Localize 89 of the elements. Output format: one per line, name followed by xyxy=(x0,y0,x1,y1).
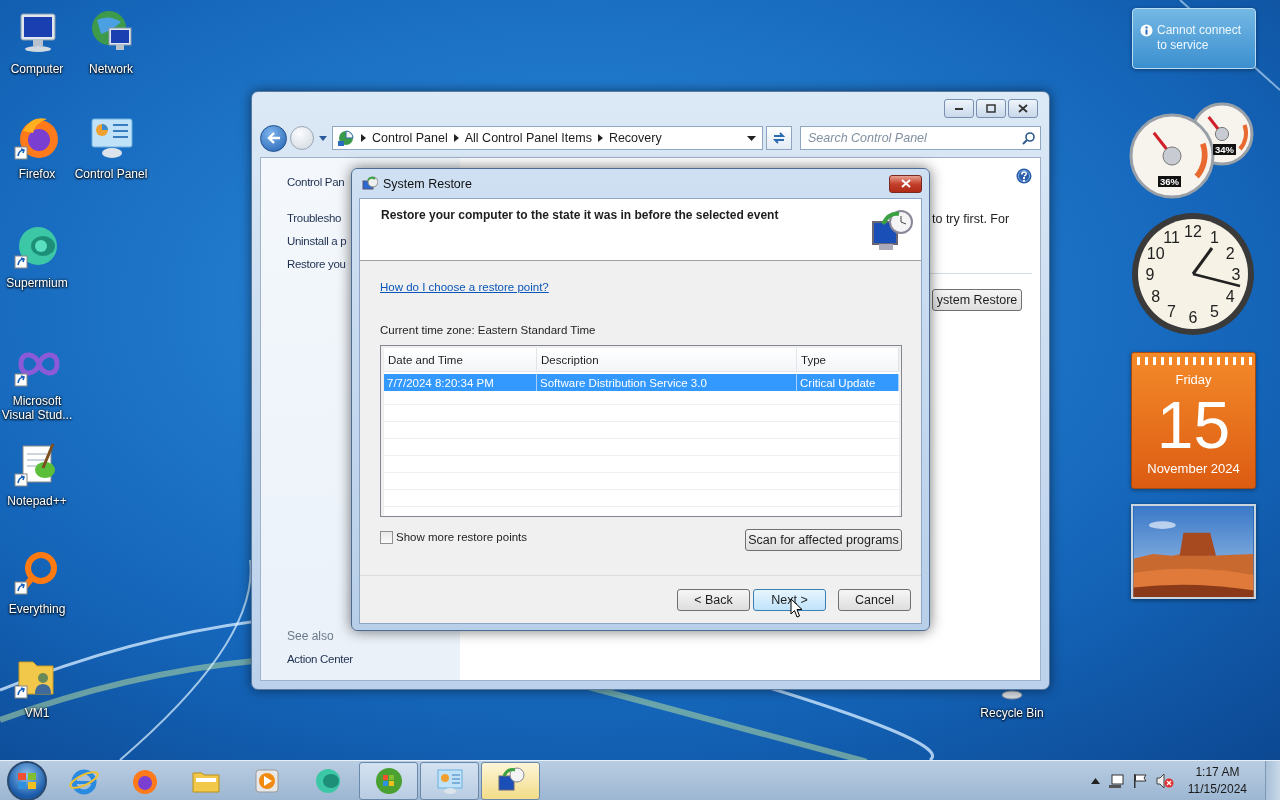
info-icon xyxy=(1140,24,1153,37)
breadcrumb-item[interactable]: All Control Panel Items xyxy=(464,131,592,145)
clock-numeral: 10 xyxy=(1146,244,1165,262)
desktop-icon-label[interactable]: VM1 xyxy=(24,706,50,720)
dialog-button[interactable]: Next > xyxy=(753,588,826,611)
desktop-icon-label[interactable]: Recycle Bin xyxy=(980,706,1044,720)
chevron-icon[interactable] xyxy=(453,134,459,142)
back-button[interactable] xyxy=(260,124,287,152)
clock-numeral: 8 xyxy=(1151,287,1161,305)
desktop-icon-label[interactable]: Microsoft Visual Stud... xyxy=(0,394,78,422)
column-header[interactable]: Description xyxy=(537,348,797,372)
desktop-icon-label[interactable]: Network xyxy=(89,62,133,76)
gauge-reading: 34% xyxy=(1213,144,1236,155)
chevron-icon[interactable] xyxy=(597,134,603,142)
taskbar-button[interactable] xyxy=(420,761,479,800)
day-number: 15 xyxy=(1156,389,1231,461)
notification-text: Cannot connect to service xyxy=(1157,23,1243,54)
desktop-icon-label[interactable]: Supermium xyxy=(6,276,68,290)
dialog-heading: Restore your computer to the state it was in before the selected event xyxy=(381,208,779,224)
checkbox-label[interactable]: Show more restore points xyxy=(396,531,528,543)
desktop-icon-label[interactable]: Control Panel xyxy=(74,167,148,181)
clock-numeral: 1 xyxy=(1210,228,1219,246)
tray-date[interactable]: 11/15/2024 xyxy=(1187,780,1247,798)
column-header[interactable]: Type xyxy=(797,348,899,372)
caret-icon xyxy=(319,135,327,141)
minimize-button[interactable] xyxy=(944,98,974,118)
show-hidden-icons-icon[interactable] xyxy=(1090,777,1100,784)
taskbar-button[interactable] xyxy=(359,761,418,800)
checkbox[interactable] xyxy=(380,530,393,544)
table-cell: Critical Update xyxy=(797,374,899,391)
system-restore-button[interactable]: ystem Restore xyxy=(932,289,1022,311)
dialog-title: System Restore xyxy=(383,176,472,191)
desktop-icon-label[interactable]: Notepad++ xyxy=(7,494,67,508)
close-icon xyxy=(900,179,911,188)
close-button[interactable] xyxy=(889,174,922,193)
desktop-icon-label[interactable]: Firefox xyxy=(18,167,56,181)
month-year: November 2024 xyxy=(1147,461,1240,477)
flag-icon[interactable] xyxy=(1131,772,1148,789)
sidebar-link[interactable]: Action Center xyxy=(287,653,460,666)
refresh-icon xyxy=(771,131,787,145)
clock-numeral: 9 xyxy=(1145,266,1155,283)
windows-logo-icon xyxy=(17,771,37,790)
help-link[interactable]: How do I choose a restore point? xyxy=(380,281,549,293)
maximize-icon xyxy=(986,103,996,113)
search-field[interactable]: Search Control Panel xyxy=(800,126,1041,150)
tray-time[interactable]: 1:17 AM xyxy=(1195,763,1240,781)
dialog-button[interactable]: Cancel xyxy=(838,588,911,611)
desktop-icon-label[interactable]: Computer xyxy=(10,62,64,76)
refresh-button[interactable] xyxy=(766,126,792,150)
address-bar[interactable]: Control Panel All Control Panel Items Recovery xyxy=(332,126,763,150)
clock-hands xyxy=(1191,247,1241,288)
table-cell: Software Distribution Service 3.0 xyxy=(537,374,797,391)
muted-speaker-icon[interactable] xyxy=(1155,772,1174,789)
body-text: to try first. For xyxy=(932,212,1011,226)
time-zone-text: Current time zone: Eastern Standard Time xyxy=(380,324,597,336)
weekday: Friday xyxy=(1175,371,1212,389)
gauge-reading: 36% xyxy=(1158,176,1181,187)
maximize-button[interactable] xyxy=(976,98,1006,118)
clock-numeral: 12 xyxy=(1184,223,1202,240)
see-also-heading: See also xyxy=(287,629,335,643)
control-panel-icon xyxy=(337,129,355,147)
dropdown-arrow-icon[interactable] xyxy=(747,135,756,141)
clock-numeral: 11 xyxy=(1163,228,1180,246)
clock-numeral: 4 xyxy=(1225,287,1235,305)
desktop-icon-label[interactable]: Everything xyxy=(8,602,66,616)
clock-numeral: 5 xyxy=(1210,303,1219,321)
minimize-icon xyxy=(954,105,964,111)
clock-numeral: 3 xyxy=(1231,266,1241,283)
clock-numeral: 6 xyxy=(1188,309,1198,326)
close-icon xyxy=(1018,103,1028,113)
start-button[interactable] xyxy=(7,760,47,800)
search-icon[interactable] xyxy=(1022,132,1035,145)
orb-icon xyxy=(373,765,404,796)
clock-numeral: 2 xyxy=(1225,244,1235,262)
dialog-button[interactable]: < Back xyxy=(677,588,750,611)
breadcrumb-item[interactable]: Recovery xyxy=(608,131,662,145)
network-icon[interactable] xyxy=(1107,772,1124,789)
column-header[interactable]: Date and Time xyxy=(384,348,537,372)
clock-numeral: 7 xyxy=(1167,303,1176,321)
chevron-icon[interactable] xyxy=(361,134,366,142)
breadcrumb-item[interactable]: Control Panel xyxy=(372,131,448,145)
close-button[interactable] xyxy=(1008,98,1038,118)
restore-icon xyxy=(362,175,378,192)
back-arrow-icon xyxy=(266,132,281,144)
show-desktop-button[interactable] xyxy=(1265,760,1280,800)
taskbar-button[interactable] xyxy=(481,761,540,800)
help-icon[interactable] xyxy=(1016,168,1032,184)
table-cell: 7/7/2024 8:20:34 PM xyxy=(384,374,537,391)
scan-button[interactable]: Scan for affected programs xyxy=(745,529,902,551)
